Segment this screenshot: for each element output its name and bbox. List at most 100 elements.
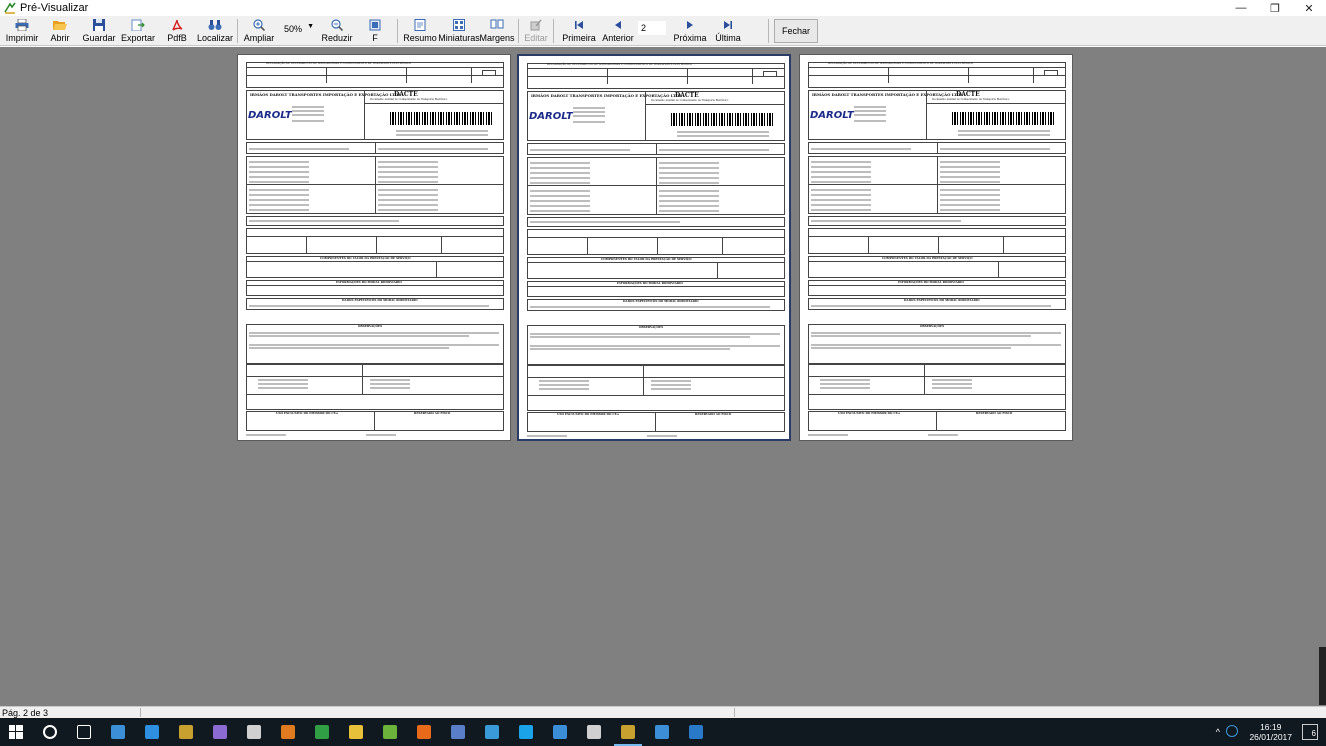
dacte-document: DECLARAÇÃO DE RECEBIMENTO DE MERCADORIAS… — [246, 62, 504, 436]
chrome-glyph — [315, 725, 329, 739]
remote-desktop-icon[interactable] — [550, 722, 570, 742]
scrollbar-thumb[interactable] — [1319, 647, 1326, 705]
close-preview-button[interactable]: Fechar — [774, 19, 818, 43]
print-button[interactable]: Imprimir — [6, 18, 38, 44]
app6-glyph — [383, 725, 397, 739]
windows-start-icon[interactable] — [6, 722, 26, 742]
margins-button[interactable]: Margens — [480, 18, 515, 44]
modal-data-title: DADOS ESPECÍFICOS DO MODAL RODOVIÁRIO — [623, 299, 699, 303]
observations-title: OBSERVAÇÕES — [639, 325, 664, 329]
paint-app-icon[interactable] — [584, 722, 604, 742]
window-title: Pré-Visualizar — [20, 2, 89, 14]
app5-glyph — [281, 725, 295, 739]
zoom-select[interactable]: 50% ▼ — [276, 21, 320, 36]
app10-glyph — [587, 725, 601, 739]
outlook-glyph — [689, 725, 703, 739]
outlook-icon[interactable] — [686, 722, 706, 742]
toolbar: Imprimir Abrir Guardar Exportar PdfB Loc… — [0, 16, 1326, 46]
company-name: IRMÃOS DAROLT TRANSPORTES IMPORTAÇÃO E E… — [531, 93, 683, 98]
export-button[interactable]: Exportar — [121, 18, 155, 44]
app11-glyph — [621, 725, 635, 739]
thumbnails-button[interactable]: Miniaturas — [438, 18, 480, 44]
outline-button[interactable]: Resumo — [403, 18, 437, 44]
zoom-value: 50% — [284, 23, 303, 34]
app9-glyph — [553, 725, 567, 739]
preview-app-icon-2[interactable] — [614, 722, 642, 746]
barcode — [952, 112, 1056, 125]
chrome-icon[interactable] — [312, 722, 332, 742]
toolbar-separator — [518, 19, 519, 43]
pdf-button[interactable]: PdfB — [166, 18, 188, 44]
printer-icon — [14, 19, 30, 31]
tool-app-icon[interactable] — [448, 722, 468, 742]
service-components-title: COMPONENTES DO VALOR DA PRESTAÇÃO DE SER… — [882, 256, 973, 260]
taskbar: ^ 16:19 26/01/2017 6 — [0, 718, 1326, 746]
zoom-out-button[interactable]: Reduzir — [322, 18, 353, 44]
visual-studio-icon[interactable] — [210, 722, 230, 742]
issuer-use-title: USO EXCLUSIVO DO EMISSOR DO CT-e — [557, 412, 620, 416]
maximize-button[interactable]: ❐ — [1258, 0, 1292, 16]
find-button[interactable]: Localizar — [197, 18, 233, 44]
search-circle-icon[interactable] — [40, 722, 60, 742]
task-view-icon[interactable] — [74, 722, 94, 742]
edge-icon[interactable] — [142, 722, 162, 742]
previous-page-button[interactable]: Anterior — [602, 18, 634, 44]
minimize-button[interactable]: — — [1224, 0, 1258, 16]
edge-glyph — [145, 725, 159, 739]
clock[interactable]: 16:19 26/01/2017 — [1249, 722, 1292, 742]
status-bar: Pág. 2 de 3 — [0, 706, 1326, 718]
explorer-glyph — [349, 725, 363, 739]
tray-network-icon[interactable] — [1226, 725, 1238, 737]
outline-icon — [412, 19, 428, 31]
zoom-in-icon — [251, 19, 267, 31]
toolbar-separator — [768, 19, 769, 43]
app-icon — [4, 2, 16, 14]
fisco-title: RESERVADO AO FISCO — [695, 412, 732, 416]
green-app-icon[interactable] — [380, 722, 400, 742]
toolbar-separator — [397, 19, 398, 43]
first-page-button[interactable]: Primeira — [562, 18, 596, 44]
fisco-title: RESERVADO AO FISCO — [414, 411, 451, 415]
dacte-subtitle: Documento Auxiliar do Conhecimento de Tr… — [651, 99, 729, 102]
page-sheet-3[interactable]: DECLARAÇÃO DE RECEBIMENTO DE MERCADORIAS… — [799, 54, 1073, 441]
preview-app-icon[interactable] — [176, 722, 196, 742]
modal-info-title: INFORMAÇÕES DO MODAL RODOVIÁRIO — [898, 280, 964, 284]
darolt-logo: DAROLT — [810, 110, 854, 121]
page-number-input[interactable]: 2 — [638, 21, 666, 35]
service-components-title: COMPONENTES DO VALOR DA PRESTAÇÃO DE SER… — [601, 257, 692, 261]
save-button[interactable]: Guardar — [82, 18, 116, 44]
preview-area[interactable]: DECLARAÇÃO DE RECEBIMENTO DE MERCADORIAS… — [0, 47, 1326, 706]
file-explorer-icon[interactable] — [346, 722, 366, 742]
edit-button[interactable]: Editar — [524, 18, 548, 44]
circle-app-icon[interactable] — [482, 722, 502, 742]
zoom-in-button[interactable]: Ampliar — [244, 18, 274, 44]
start-glyph — [9, 725, 23, 739]
page-sheet-1[interactable]: DECLARAÇÃO DE RECEBIMENTO DE MERCADORIAS… — [237, 54, 511, 441]
firefox-icon[interactable] — [414, 722, 434, 742]
orange-app-icon[interactable] — [278, 722, 298, 742]
photo-app-icon[interactable] — [244, 722, 264, 742]
tray-chevron-icon[interactable]: ^ — [1216, 727, 1220, 737]
next-page-icon — [682, 19, 698, 31]
open-button[interactable]: Abrir — [48, 18, 72, 44]
page-sheet-2[interactable]: DECLARAÇÃO DE RECEBIMENTO DE MERCADORIAS… — [517, 54, 791, 441]
app4-glyph — [247, 725, 261, 739]
chevron-down-icon: ▼ — [307, 23, 314, 30]
receipt-header: DECLARAÇÃO DE RECEBIMENTO DE MERCADORIAS… — [547, 63, 693, 66]
network-app-icon[interactable] — [652, 722, 672, 742]
receipt-header: DECLARAÇÃO DE RECEBIMENTO DE MERCADORIAS… — [828, 62, 974, 65]
observations-title: OBSERVAÇÕES — [920, 324, 945, 328]
full-page-icon — [367, 19, 383, 31]
clock-time: 16:19 — [1260, 722, 1282, 732]
search-glyph — [43, 725, 57, 739]
next-page-button[interactable]: Próxima — [674, 18, 707, 44]
last-page-button[interactable]: Última — [715, 18, 741, 44]
full-page-button[interactable]: F — [366, 18, 384, 44]
app-window-icon[interactable] — [108, 722, 128, 742]
notification-center-icon[interactable]: 6 — [1302, 724, 1318, 740]
observations-title: OBSERVAÇÕES — [358, 324, 383, 328]
export-icon — [130, 19, 146, 31]
skype-icon[interactable] — [516, 722, 536, 742]
close-button[interactable]: ✕ — [1292, 0, 1326, 16]
issuer-use-title: USO EXCLUSIVO DO EMISSOR DO CT-e — [838, 411, 901, 415]
